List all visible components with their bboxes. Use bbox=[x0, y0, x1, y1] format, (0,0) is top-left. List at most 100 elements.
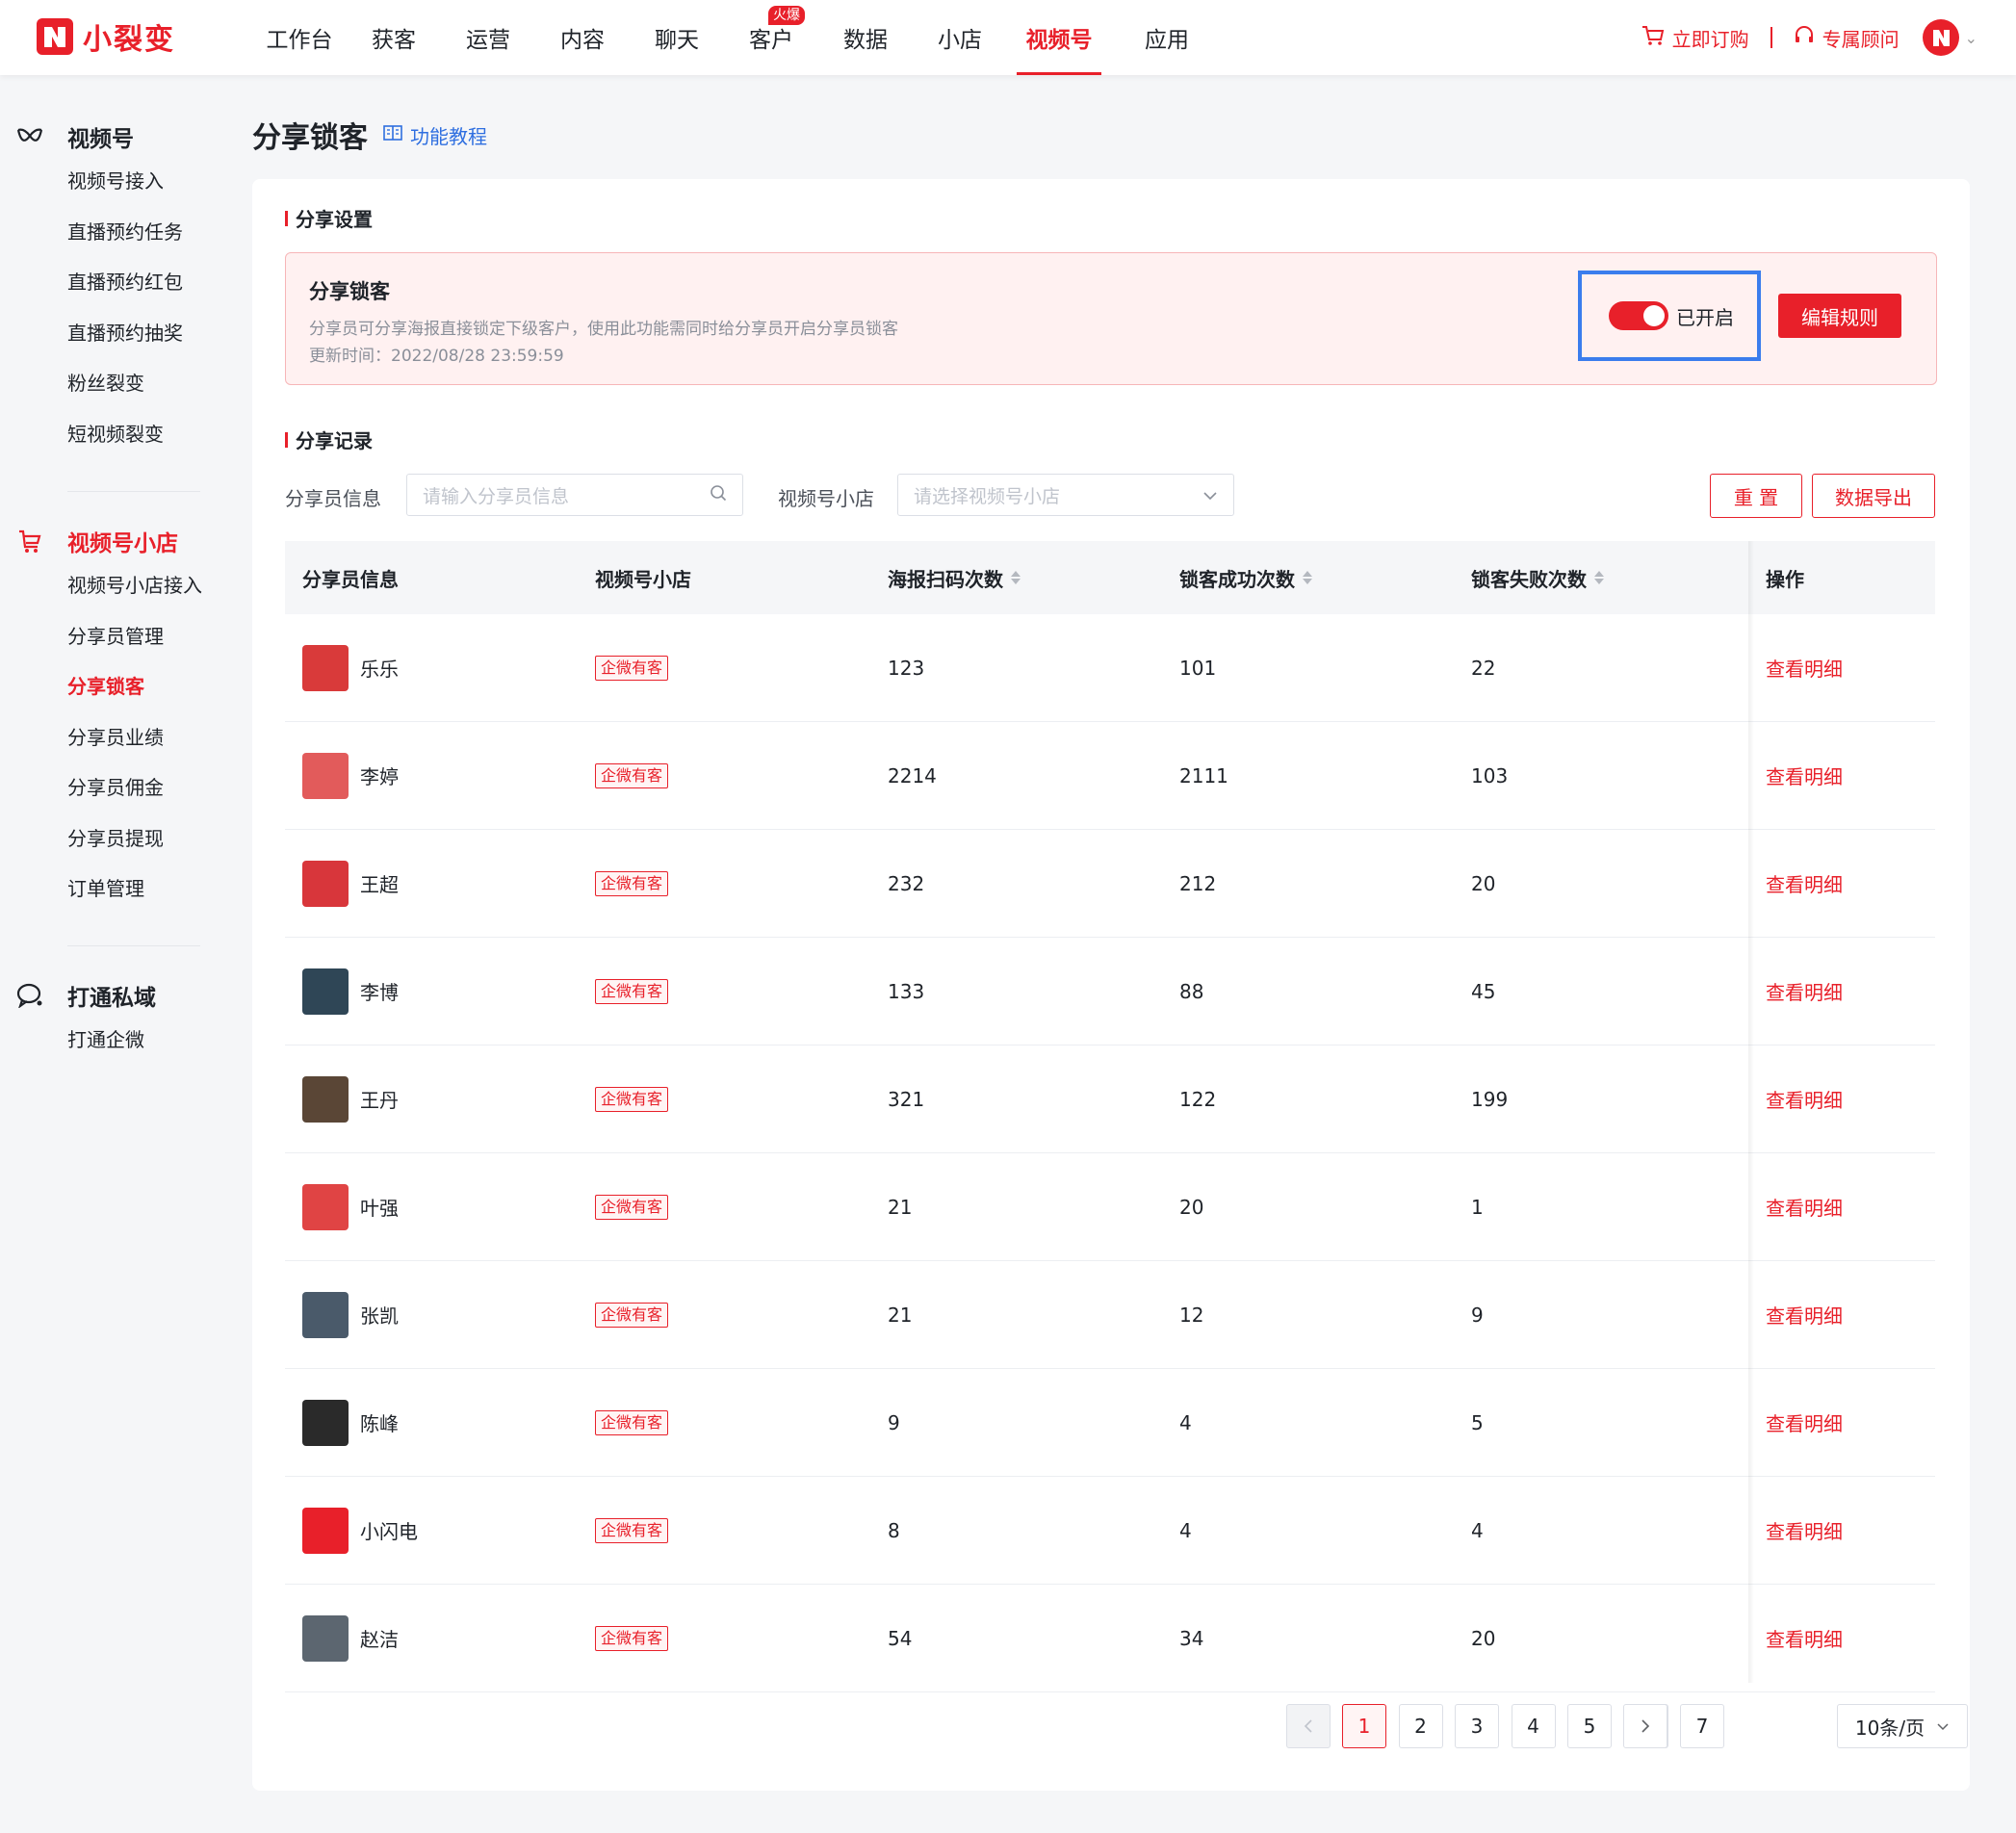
toggle-status-label: 已开启 bbox=[1676, 305, 1734, 329]
view-detail-link[interactable]: 查看明细 bbox=[1766, 1261, 1843, 1368]
view-detail-link[interactable]: 查看明细 bbox=[1766, 614, 1843, 721]
shop-cell: 企微有客 bbox=[595, 830, 669, 937]
prev-page-button[interactable] bbox=[1286, 1704, 1331, 1748]
nav-acquire[interactable]: 获客 bbox=[347, 0, 441, 75]
table-body: 乐乐 企微有客 123 101 22 查看明细 李婷 企微有客 2214 2111 103 查看明细王… bbox=[285, 614, 1935, 1692]
page-button[interactable]: 2 bbox=[1398, 1704, 1443, 1748]
column-header: 视频号小店 bbox=[595, 567, 691, 591]
order-now-link[interactable]: 立即订购 bbox=[1641, 24, 1749, 52]
scan-count: 54 bbox=[888, 1626, 913, 1650]
page-button[interactable]: 7 bbox=[1680, 1704, 1724, 1748]
shop-cell: 企微有客 bbox=[595, 1369, 669, 1476]
sort-icon bbox=[1303, 571, 1312, 584]
reset-button[interactable]: 重 置 bbox=[1710, 474, 1802, 518]
tutorial-link[interactable]: 功能教程 bbox=[383, 121, 487, 149]
sharer-filter-label: 分享员信息 bbox=[285, 487, 381, 510]
sidebar-item-order-manage[interactable]: 订单管理 bbox=[0, 864, 221, 915]
sidebar-item-sharer-commission[interactable]: 分享员佣金 bbox=[0, 762, 221, 813]
sharer-name: 赵洁 bbox=[360, 1628, 399, 1651]
view-detail-link[interactable]: 查看明细 bbox=[1766, 830, 1843, 937]
sidebar-item-video-fission[interactable]: 短视频裂变 bbox=[0, 409, 221, 460]
column-header-sortable[interactable]: 海报扫码次数 bbox=[888, 541, 1021, 614]
sharer-cell: 小闪电 bbox=[302, 1477, 418, 1584]
page-button[interactable]: 1 bbox=[1342, 1704, 1386, 1748]
lock-fail-count: 45 bbox=[1471, 979, 1496, 1003]
shop-cell: 企微有客 bbox=[595, 614, 669, 721]
next-page-button[interactable] bbox=[1623, 1704, 1667, 1748]
sidebar-item-shop-access[interactable]: 视频号小店接入 bbox=[0, 560, 221, 611]
avatar bbox=[302, 1075, 349, 1123]
settings-section-title: 分享设置 bbox=[285, 204, 373, 232]
table-row: 张凯 企微有客 21 12 9 查看明细 bbox=[285, 1261, 1935, 1369]
channels-icon bbox=[15, 122, 44, 151]
setting-description: 分享员可分享海报直接锁定下级客户，使用此功能需同时给分享员开启分享员锁客 bbox=[309, 320, 898, 339]
sharer-cell: 李博 bbox=[302, 938, 399, 1045]
view-detail-link[interactable]: 查看明细 bbox=[1766, 1477, 1843, 1584]
consultant-link[interactable]: 专属顾问 bbox=[1794, 24, 1900, 52]
column-header-sortable[interactable]: 锁客失败次数 bbox=[1471, 541, 1604, 614]
sharer-name: 王超 bbox=[360, 873, 399, 896]
sidebar-group-title[interactable]: 视频号小店 bbox=[0, 522, 221, 560]
lock-fail-count: 103 bbox=[1471, 763, 1509, 787]
logo[interactable]: 小裂变 bbox=[37, 17, 175, 57]
nav-operate[interactable]: 运营 bbox=[441, 0, 535, 75]
sidebar-item-channels-access[interactable]: 视频号接入 bbox=[0, 156, 221, 207]
nav-data[interactable]: 数据 bbox=[818, 0, 913, 75]
share-lock-toggle[interactable] bbox=[1609, 301, 1668, 330]
sidebar-item-live-redpacket[interactable]: 直播预约红包 bbox=[0, 257, 221, 308]
view-detail-link[interactable]: 查看明细 bbox=[1766, 1369, 1843, 1476]
sidebar-item-sharer-performance[interactable]: 分享员业绩 bbox=[0, 712, 221, 763]
sidebar-item-live-lottery[interactable]: 直播预约抽奖 bbox=[0, 308, 221, 359]
sharer-search-input[interactable]: 请输入分享员信息 bbox=[406, 474, 743, 516]
nav-content[interactable]: 内容 bbox=[535, 0, 630, 75]
page-button[interactable]: 3 bbox=[1455, 1704, 1499, 1748]
lock-fail-count: 1 bbox=[1471, 1195, 1484, 1219]
shop-icon bbox=[15, 527, 44, 555]
nav-workbench[interactable]: 工作台 bbox=[252, 0, 347, 75]
page-button[interactable]: 4 bbox=[1511, 1704, 1556, 1748]
nav-chat[interactable]: 聊天 bbox=[630, 0, 724, 75]
sidebar-group-title[interactable]: 打通私域 bbox=[0, 976, 221, 1015]
sidebar-item-sharer-manage[interactable]: 分享员管理 bbox=[0, 611, 221, 662]
share-lock-settings: 分享锁客 分享员可分享海报直接锁定下级客户，使用此功能需同时给分享员开启分享员锁… bbox=[285, 252, 1937, 385]
table-row: 乐乐 企微有客 123 101 22 查看明细 bbox=[285, 614, 1935, 722]
column-header-sortable[interactable]: 锁客成功次数 bbox=[1179, 541, 1312, 614]
nav-apps[interactable]: 应用 bbox=[1132, 0, 1202, 75]
user-avatar[interactable] bbox=[1922, 19, 1959, 56]
page-header: 分享锁客 功能教程 bbox=[252, 114, 487, 156]
avatar bbox=[302, 1399, 349, 1446]
lock-success-count: 4 bbox=[1179, 1518, 1192, 1542]
edit-rules-button[interactable]: 编辑规则 bbox=[1778, 294, 1901, 338]
sharer-cell: 赵洁 bbox=[302, 1585, 399, 1691]
lock-success-count: 20 bbox=[1179, 1195, 1204, 1219]
shop-select[interactable]: 请选择视频号小店 bbox=[897, 474, 1234, 516]
sidebar-item-share-lock[interactable]: 分享锁客 bbox=[0, 661, 221, 712]
page-button[interactable]: 5 bbox=[1567, 1704, 1612, 1748]
sidebar-group-title[interactable]: 视频号 bbox=[0, 117, 221, 156]
export-button[interactable]: 数据导出 bbox=[1812, 474, 1935, 518]
sidebar-item-live-task[interactable]: 直播预约任务 bbox=[0, 207, 221, 258]
sidebar-item-wecom[interactable]: 打通企微 bbox=[0, 1015, 221, 1066]
shop-cell: 企微有客 bbox=[595, 1477, 669, 1584]
sidebar-item-fan-fission[interactable]: 粉丝裂变 bbox=[0, 358, 221, 409]
nav-customer[interactable]: 客户 火爆 bbox=[724, 0, 818, 75]
shop-cell: 企微有客 bbox=[595, 722, 669, 829]
shop-tag: 企微有客 bbox=[595, 1086, 669, 1112]
page-size-select[interactable]: 10条/页 bbox=[1837, 1704, 1968, 1748]
brand-name: 小裂变 bbox=[83, 23, 175, 57]
nav-shop[interactable]: 小店 bbox=[913, 0, 1007, 75]
sidebar-item-sharer-withdraw[interactable]: 分享员提现 bbox=[0, 813, 221, 865]
nav-channels[interactable]: 视频号 bbox=[1017, 0, 1101, 75]
scan-count: 21 bbox=[888, 1303, 913, 1327]
top-right-actions: 立即订购 专属顾问 ⌄ bbox=[1641, 0, 1977, 75]
view-detail-link[interactable]: 查看明细 bbox=[1766, 1153, 1843, 1260]
view-detail-link[interactable]: 查看明细 bbox=[1766, 1046, 1843, 1152]
lock-fail-count: 9 bbox=[1471, 1303, 1484, 1327]
view-detail-link[interactable]: 查看明细 bbox=[1766, 722, 1843, 829]
view-detail-link[interactable]: 查看明细 bbox=[1766, 1585, 1843, 1691]
sharer-cell: 乐乐 bbox=[302, 614, 399, 721]
chevron-down-icon[interactable]: ⌄ bbox=[1965, 29, 1977, 47]
view-detail-link[interactable]: 查看明细 bbox=[1766, 938, 1843, 1045]
table-header: 分享员信息 视频号小店 海报扫码次数 锁客成功次数 锁客失败次数 操作 bbox=[285, 541, 1935, 614]
chevron-down-icon bbox=[1937, 1722, 1949, 1730]
